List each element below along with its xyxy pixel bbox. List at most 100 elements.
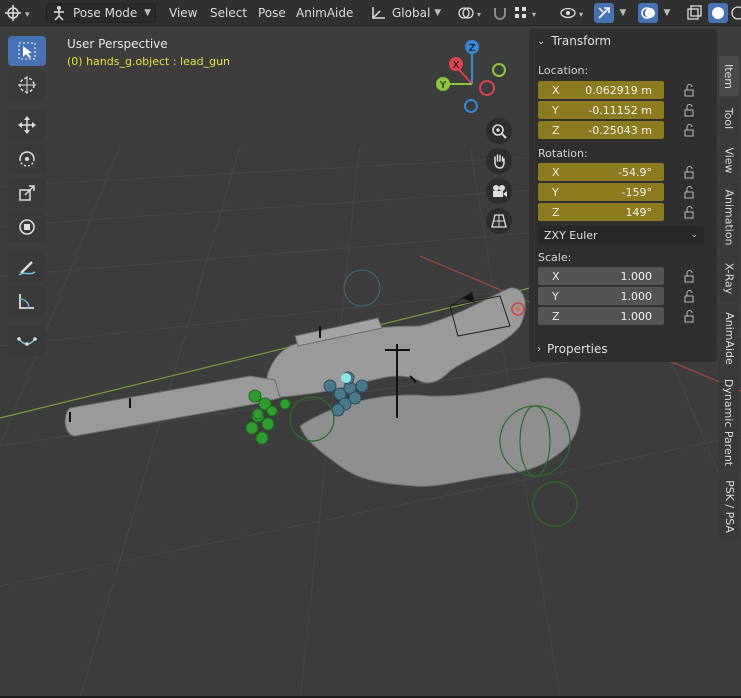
pivot-dropdown[interactable]: ▾ — [456, 3, 486, 23]
relax-pose-icon — [17, 337, 37, 346]
viewport-header: ▾ Pose Mode ▼ View Select Pose AnimAide … — [0, 0, 741, 26]
lock-icon[interactable] — [682, 185, 696, 199]
tab-tool[interactable]: Tool — [719, 98, 739, 138]
navigation-gizmo[interactable]: Z X Y — [430, 38, 520, 128]
zoom-button[interactable] — [486, 118, 512, 144]
svg-text:Y: Y — [439, 80, 447, 91]
xray-toggle[interactable] — [684, 3, 704, 23]
pan-button[interactable] — [486, 148, 512, 174]
zoom-icon — [492, 124, 507, 139]
proportional-edit-toggle[interactable]: ▾ — [512, 3, 542, 23]
mode-label: Pose Mode — [73, 6, 138, 20]
selected-bone — [341, 373, 351, 383]
location-label: Location: — [538, 64, 589, 77]
chevron-down-icon: ⌄ — [537, 35, 546, 47]
orientation-dropdown[interactable]: Global ▼ — [370, 3, 448, 23]
svg-text:▾: ▾ — [25, 10, 30, 20]
lock-icon[interactable] — [682, 103, 696, 117]
tool-shelf — [8, 36, 50, 360]
tab-xray[interactable]: X-Ray — [719, 254, 739, 302]
menu-view[interactable]: View — [169, 3, 197, 23]
lock-icon[interactable] — [682, 205, 696, 219]
tab-view[interactable]: View — [719, 140, 739, 180]
tab-animaide[interactable]: AnimAide — [719, 304, 739, 372]
sidebar-tabs: Item Tool View Animation X-Ray AnimAide … — [719, 56, 741, 546]
overlay-dropdown[interactable]: ▼ — [660, 3, 674, 23]
gizmo-dropdown[interactable]: ▼ — [616, 3, 630, 23]
scale-z-field[interactable]: Z 1.000 — [538, 307, 664, 325]
location-y-field[interactable]: Y -0.11152 m — [538, 101, 664, 119]
neg-z-axis-ball[interactable] — [464, 99, 478, 113]
visibility-icon: ▾ — [560, 7, 583, 19]
menu-pose[interactable]: Pose — [258, 3, 286, 23]
camera-icon — [493, 185, 507, 197]
svg-text:Z: Z — [469, 43, 476, 54]
scale-icon — [19, 185, 35, 201]
measure-icon — [19, 294, 34, 309]
cursor-icon — [18, 76, 36, 94]
tool-select-box[interactable] — [8, 36, 46, 66]
visibility-dropdown[interactable]: ▾ — [558, 3, 588, 23]
tool-cursor[interactable] — [8, 70, 46, 100]
move-icon — [18, 116, 36, 134]
transform-panel-header[interactable]: ⌄ Transform — [537, 32, 611, 50]
shading-solid-icon — [712, 7, 724, 19]
tool-scale[interactable] — [8, 178, 46, 208]
scale-label: Scale: — [538, 251, 572, 264]
tab-animation[interactable]: Animation — [719, 182, 739, 252]
rotation-x-field[interactable]: X -54.9° — [538, 163, 664, 181]
tool-move[interactable] — [8, 110, 46, 140]
chevron-down-icon: ▼ — [663, 8, 671, 18]
overlay-toggle[interactable] — [638, 3, 658, 23]
rotation-z-field[interactable]: Z 149° — [538, 203, 664, 221]
location-x-field[interactable]: X 0.062919 m — [538, 81, 664, 99]
tool-transform[interactable] — [8, 212, 46, 242]
shading-material-button[interactable] — [730, 3, 741, 23]
tool-annotate[interactable] — [8, 252, 46, 282]
lock-icon[interactable] — [682, 309, 696, 323]
perspective-grid-icon — [491, 214, 507, 228]
lock-icon[interactable] — [682, 269, 696, 283]
snap-toggle[interactable] — [490, 3, 510, 23]
rotation-y-field[interactable]: Y -159° — [538, 183, 664, 201]
snap-icon — [494, 8, 506, 20]
gizmo-toggle[interactable] — [594, 3, 614, 23]
tool-measure[interactable] — [8, 286, 46, 316]
editor-type-dropdown[interactable]: ▾ — [4, 3, 32, 23]
3d-viewport[interactable]: User Perspective (0) hands_g.object : le… — [0, 26, 741, 698]
lock-icon[interactable] — [682, 123, 696, 137]
menu-animaide[interactable]: AnimAide — [296, 3, 353, 23]
mode-dropdown[interactable]: Pose Mode ▼ — [46, 3, 156, 23]
sidebar-item-panel: ⌄ Transform Location: X 0.062919 m Y -0.… — [529, 29, 717, 362]
lock-icon[interactable] — [682, 83, 696, 97]
rotation-mode-dropdown[interactable]: ZXY Euler ⌄ — [538, 226, 704, 244]
neg-x-axis-ball[interactable] — [479, 80, 495, 96]
svg-text:X: X — [453, 60, 460, 71]
scale-x-field[interactable]: X 1.000 — [538, 267, 664, 285]
tab-dynamic-parent[interactable]: Dynamic Parent — [719, 374, 739, 470]
properties-panel-header[interactable]: › Properties — [537, 340, 608, 358]
lock-icon[interactable] — [682, 289, 696, 303]
tool-rotate[interactable] — [8, 144, 46, 174]
chevron-down-icon: ▼ — [144, 8, 151, 18]
lock-icon[interactable] — [682, 165, 696, 179]
xray-icon — [687, 5, 702, 20]
location-z-field[interactable]: Z -0.25043 m — [538, 121, 664, 139]
proportional-icon: ▾ — [515, 7, 536, 19]
transform-icon — [19, 219, 35, 235]
perspective-toggle[interactable] — [486, 208, 512, 234]
pivot-icon: ▾ — [458, 7, 481, 19]
tab-psk-psa[interactable]: PSK / PSA — [719, 472, 739, 540]
transform-orientation-icon — [372, 7, 385, 19]
camera-view-button[interactable] — [486, 178, 512, 204]
select-box-icon — [18, 42, 36, 60]
tool-relax-pose[interactable] — [8, 326, 46, 356]
menu-select[interactable]: Select — [210, 3, 247, 23]
gizmo-icon — [598, 7, 610, 19]
neg-y-axis-ball[interactable] — [492, 63, 506, 77]
shading-solid-button[interactable] — [708, 3, 728, 23]
tab-item[interactable]: Item — [719, 56, 739, 96]
scale-y-field[interactable]: Y 1.000 — [538, 287, 664, 305]
svg-text:▾: ▾ — [477, 10, 481, 19]
annotate-icon — [18, 261, 36, 276]
